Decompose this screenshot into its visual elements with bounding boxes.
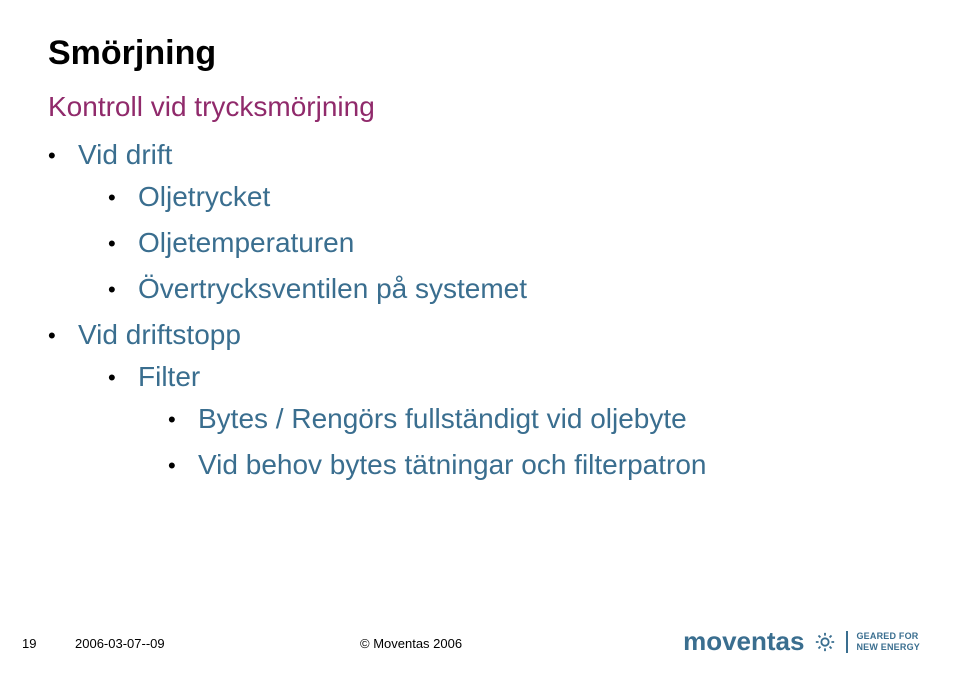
slide-title: Smörjning xyxy=(48,34,912,73)
bullet-subitem: Oljetemperaturen xyxy=(108,227,912,259)
logo-wordmark: moventas xyxy=(683,626,804,657)
bullet-subitem: Oljetrycket xyxy=(108,181,912,213)
logo-tagline-line1: GEARED FOR xyxy=(856,631,920,642)
bullet-sublist: Filter Bytes / Rengörs fullständigt vid … xyxy=(108,361,912,481)
page-number: 19 xyxy=(22,636,36,651)
footer-copyright: © Moventas 2006 xyxy=(360,636,462,651)
footer: 19 2006-03-07--09 © Moventas 2006 movent… xyxy=(0,617,960,657)
bullet-subsublist: Bytes / Rengörs fullständigt vid oljebyt… xyxy=(168,403,912,481)
bullet-text: Vid drift xyxy=(78,139,172,170)
bullet-item: Vid drift Oljetrycket Oljetemperaturen Ö… xyxy=(48,139,912,305)
logo-tagline: GEARED FOR NEW ENERGY xyxy=(846,631,920,653)
bullet-subtext: Filter xyxy=(138,361,200,392)
logo: moventas GEARED FOR NEW ENERGY xyxy=(683,626,920,657)
bullet-subitem: Övertrycksventilen på systemet xyxy=(108,273,912,305)
bullet-subsubitem: Bytes / Rengörs fullständigt vid oljebyt… xyxy=(168,403,912,435)
bullet-sublist: Oljetrycket Oljetemperaturen Övertrycksv… xyxy=(108,181,912,305)
bullet-item: Vid driftstopp Filter Bytes / Rengörs fu… xyxy=(48,319,912,481)
bullet-subsubitem: Vid behov bytes tätningar och filterpatr… xyxy=(168,449,912,481)
footer-date: 2006-03-07--09 xyxy=(75,636,165,651)
logo-tagline-line2: NEW ENERGY xyxy=(856,642,920,653)
slide-subtitle: Kontroll vid trycksmörjning xyxy=(48,91,912,123)
gear-icon xyxy=(814,631,836,653)
bullet-subitem: Filter Bytes / Rengörs fullständigt vid … xyxy=(108,361,912,481)
slide: Smörjning Kontroll vid trycksmörjning Vi… xyxy=(0,0,960,679)
bullet-text: Vid driftstopp xyxy=(78,319,241,350)
bullet-list: Vid drift Oljetrycket Oljetemperaturen Ö… xyxy=(48,139,912,481)
